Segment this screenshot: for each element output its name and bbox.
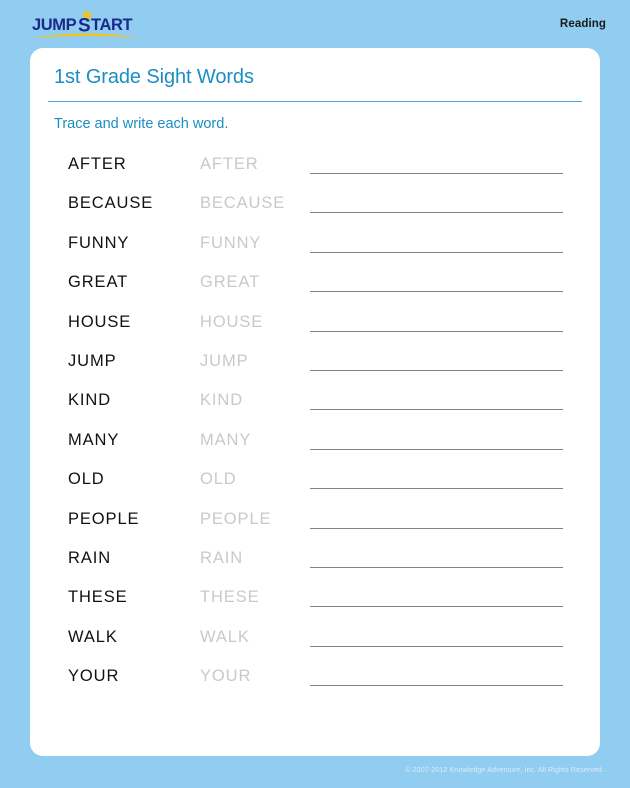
word-row: YOUR YOUR <box>30 667 600 706</box>
instruction-text: Trace and write each word. <box>54 116 229 132</box>
top-bar: JUMP S TART Reading <box>0 0 630 48</box>
word-trace: PEOPLE <box>200 509 272 528</box>
writing-line[interactable] <box>310 488 563 490</box>
word-solid: KIND <box>68 391 112 410</box>
word-row: HOUSE HOUSE <box>30 313 600 352</box>
word-trace: MANY <box>200 430 252 449</box>
word-solid: MANY <box>68 430 120 449</box>
word-trace: HOUSE <box>200 312 264 331</box>
word-rows-list: AFTER AFTER BECAUSE BECAUSE FUNNY FUNNY GREAT G… <box>30 155 600 706</box>
word-row: RAIN RAIN <box>30 549 600 588</box>
page-title: 1st Grade Sight Words <box>54 66 254 88</box>
footer-copyright: © 2007-2012 Knowledge Adventure, Inc. Al… <box>405 765 604 774</box>
writing-line[interactable] <box>310 173 563 174</box>
svg-text:JUMP: JUMP <box>32 16 77 34</box>
word-row: FUNNY FUNNY <box>30 234 600 273</box>
writing-line[interactable] <box>310 369 563 371</box>
word-trace: YOUR <box>200 667 252 686</box>
word-row: OLD OLD <box>30 470 600 509</box>
word-row: AFTER AFTER <box>30 155 600 194</box>
word-trace: BECAUSE <box>200 194 286 213</box>
word-row: BECAUSE BECAUSE <box>30 194 600 233</box>
word-solid: AFTER <box>68 155 127 173</box>
word-row: JUMP JUMP <box>30 352 600 391</box>
worksheet-card: 1st Grade Sight Words Trace and write ea… <box>30 48 600 756</box>
word-trace: RAIN <box>200 548 244 567</box>
writing-line[interactable] <box>310 606 563 608</box>
writing-line[interactable] <box>310 448 563 450</box>
word-solid: HOUSE <box>68 312 132 331</box>
writing-line[interactable] <box>310 409 563 411</box>
writing-line[interactable] <box>310 251 563 253</box>
svg-text:S: S <box>78 16 90 37</box>
subject-label: Reading <box>559 18 606 30</box>
word-row: PEOPLE PEOPLE <box>30 510 600 549</box>
title-divider <box>48 101 582 102</box>
swoosh-accent <box>31 33 140 38</box>
word-trace: GREAT <box>200 273 261 292</box>
word-trace: KIND <box>200 391 244 410</box>
word-solid: FUNNY <box>68 233 130 252</box>
jumpstart-logo: JUMP S TART <box>30 9 142 39</box>
word-solid: GREAT <box>68 273 129 292</box>
word-solid: THESE <box>68 588 128 607</box>
writing-line[interactable] <box>310 330 563 332</box>
word-trace: THESE <box>200 588 260 607</box>
writing-line[interactable] <box>310 527 563 529</box>
word-row: WALK WALK <box>30 628 600 667</box>
word-solid: YOUR <box>68 667 120 686</box>
word-solid: PEOPLE <box>68 509 140 528</box>
writing-line[interactable] <box>310 212 563 214</box>
word-solid: BECAUSE <box>68 194 154 213</box>
writing-line[interactable] <box>310 291 563 293</box>
writing-line[interactable] <box>310 685 563 687</box>
word-solid: WALK <box>68 627 118 646</box>
writing-line[interactable] <box>310 645 563 647</box>
word-solid: JUMP <box>68 351 117 370</box>
word-trace: AFTER <box>200 155 259 173</box>
word-trace: WALK <box>200 627 250 646</box>
word-trace: FUNNY <box>200 233 262 252</box>
word-row: KIND KIND <box>30 391 600 430</box>
word-solid: RAIN <box>68 548 112 567</box>
word-trace: OLD <box>200 470 237 489</box>
word-row: GREAT GREAT <box>30 273 600 312</box>
writing-line[interactable] <box>310 566 563 568</box>
word-trace: JUMP <box>200 351 249 370</box>
word-solid: OLD <box>68 470 105 489</box>
svg-text:TART: TART <box>91 16 132 34</box>
word-row: MANY MANY <box>30 431 600 470</box>
word-row: THESE THESE <box>30 588 600 627</box>
